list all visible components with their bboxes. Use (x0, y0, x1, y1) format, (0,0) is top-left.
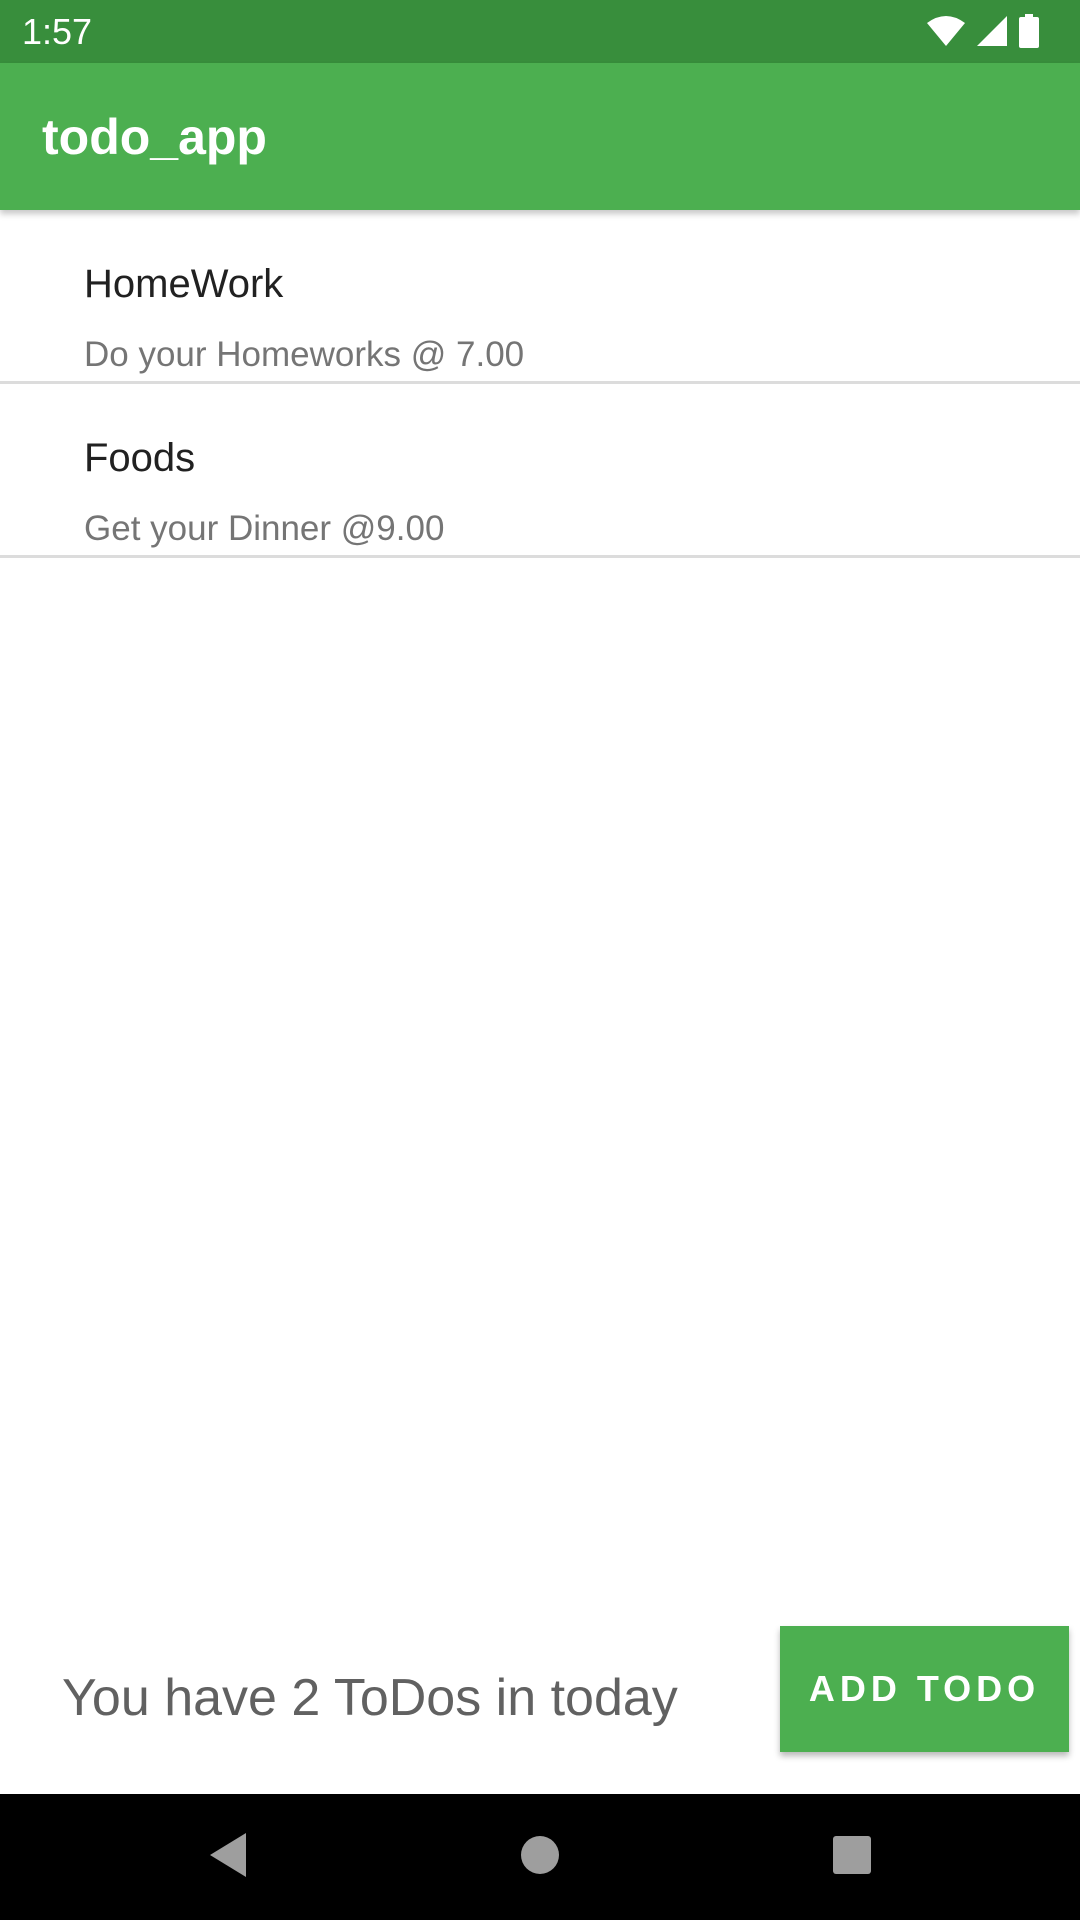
todo-description: Do your Homeworks @ 7.00 (84, 335, 525, 374)
app-bar: todo_app (0, 63, 1080, 210)
app-title: todo_app (42, 109, 267, 165)
add-todo-button[interactable]: ADD TODO (780, 1626, 1069, 1752)
todo-title: Foods (84, 436, 196, 480)
todo-title: HomeWork (84, 262, 284, 306)
screen: 1:57 todo_app HomeWork Do your Homeworks… (0, 0, 1080, 1920)
back-icon (206, 1831, 250, 1884)
back-button[interactable] (180, 1794, 276, 1920)
todo-count-text: You have 2 ToDos in today (62, 1669, 678, 1727)
todo-item[interactable]: HomeWork Do your Homeworks @ 7.00 (0, 210, 1080, 384)
home-button[interactable] (492, 1794, 588, 1920)
recents-button[interactable] (804, 1794, 900, 1920)
home-icon (520, 1835, 560, 1880)
recents-icon (832, 1835, 872, 1880)
battery-icon (1018, 14, 1040, 48)
todo-description: Get your Dinner @9.00 (84, 509, 445, 548)
status-time: 1:57 (22, 11, 93, 52)
status-bar: 1:57 (0, 0, 1080, 63)
todo-item[interactable]: Foods Get your Dinner @9.00 (0, 384, 1080, 558)
status-icons (926, 13, 1040, 49)
wifi-icon (926, 15, 966, 47)
todo-list: HomeWork Do your Homeworks @ 7.00 Foods … (0, 210, 1080, 558)
navigation-bar (0, 1794, 1080, 1920)
signal-icon (976, 15, 1008, 47)
